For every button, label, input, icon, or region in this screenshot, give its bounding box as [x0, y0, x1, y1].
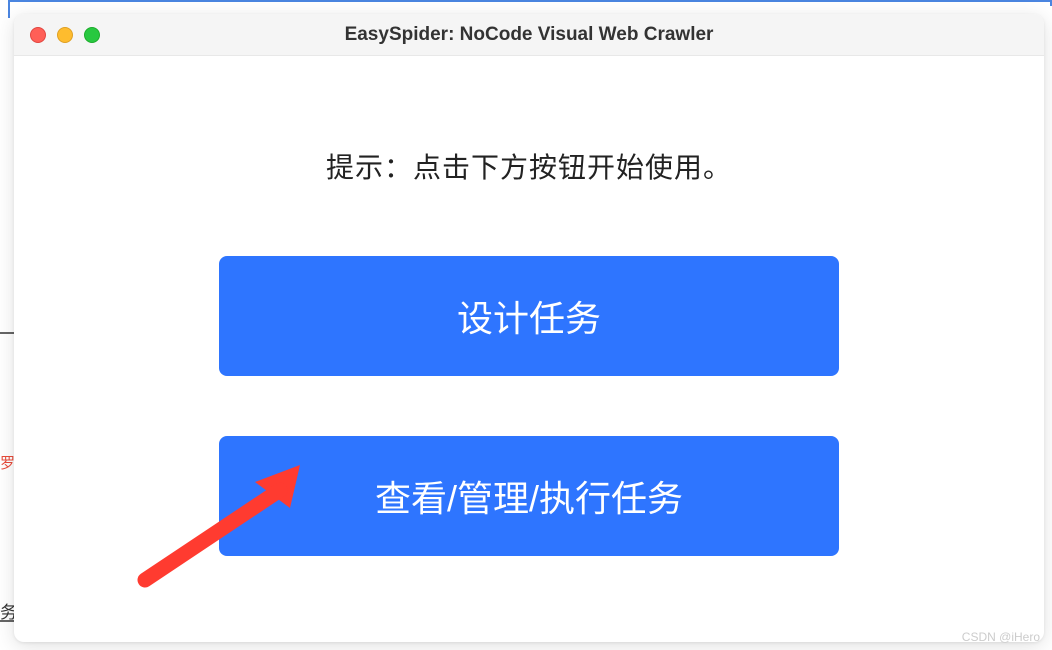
traffic-lights: [14, 27, 100, 43]
manage-task-button[interactable]: 查看/管理/执行任务: [219, 436, 839, 556]
minimize-icon[interactable]: [57, 27, 73, 43]
hint-text: 提示：点击下方按钮开始使用。: [326, 146, 732, 186]
titlebar: EasySpider: NoCode Visual Web Crawler: [14, 14, 1044, 56]
close-icon[interactable]: [30, 27, 46, 43]
bg-flowchart-border-top: [8, 0, 1052, 2]
window-title: EasySpider: NoCode Visual Web Crawler: [345, 24, 714, 46]
app-window: EasySpider: NoCode Visual Web Crawler 提示…: [14, 14, 1044, 642]
maximize-icon[interactable]: [84, 27, 100, 43]
content-area: 提示：点击下方按钮开始使用。 设计任务 查看/管理/执行任务: [14, 56, 1044, 616]
design-task-label: 设计任务: [457, 290, 601, 342]
bg-red-text-fragment: 罗: [0, 452, 15, 473]
bg-flowchart-border-left: [8, 0, 10, 18]
watermark: CSDN @iHero: [962, 630, 1040, 644]
manage-task-label: 查看/管理/执行任务: [375, 470, 683, 522]
design-task-button[interactable]: 设计任务: [219, 256, 839, 376]
bg-line-fragment: [0, 332, 15, 334]
